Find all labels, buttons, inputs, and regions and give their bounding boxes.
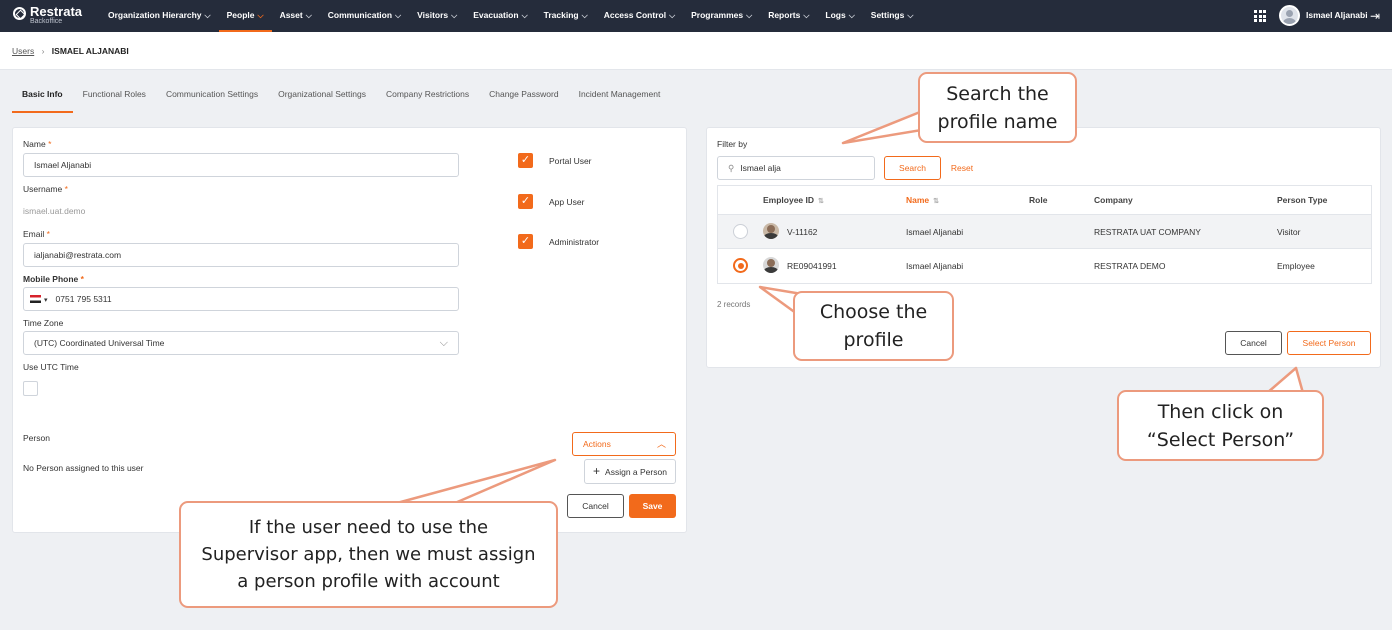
callout-assign-person: If the user need to use the Supervisor ap… — [179, 501, 558, 608]
callout-tail-assign — [395, 458, 557, 505]
callout-search: Search the profile name — [918, 72, 1077, 143]
callout-choose: Choose the profile — [793, 291, 954, 361]
callout-select-person: Then click on “Select Person” — [1117, 390, 1324, 461]
